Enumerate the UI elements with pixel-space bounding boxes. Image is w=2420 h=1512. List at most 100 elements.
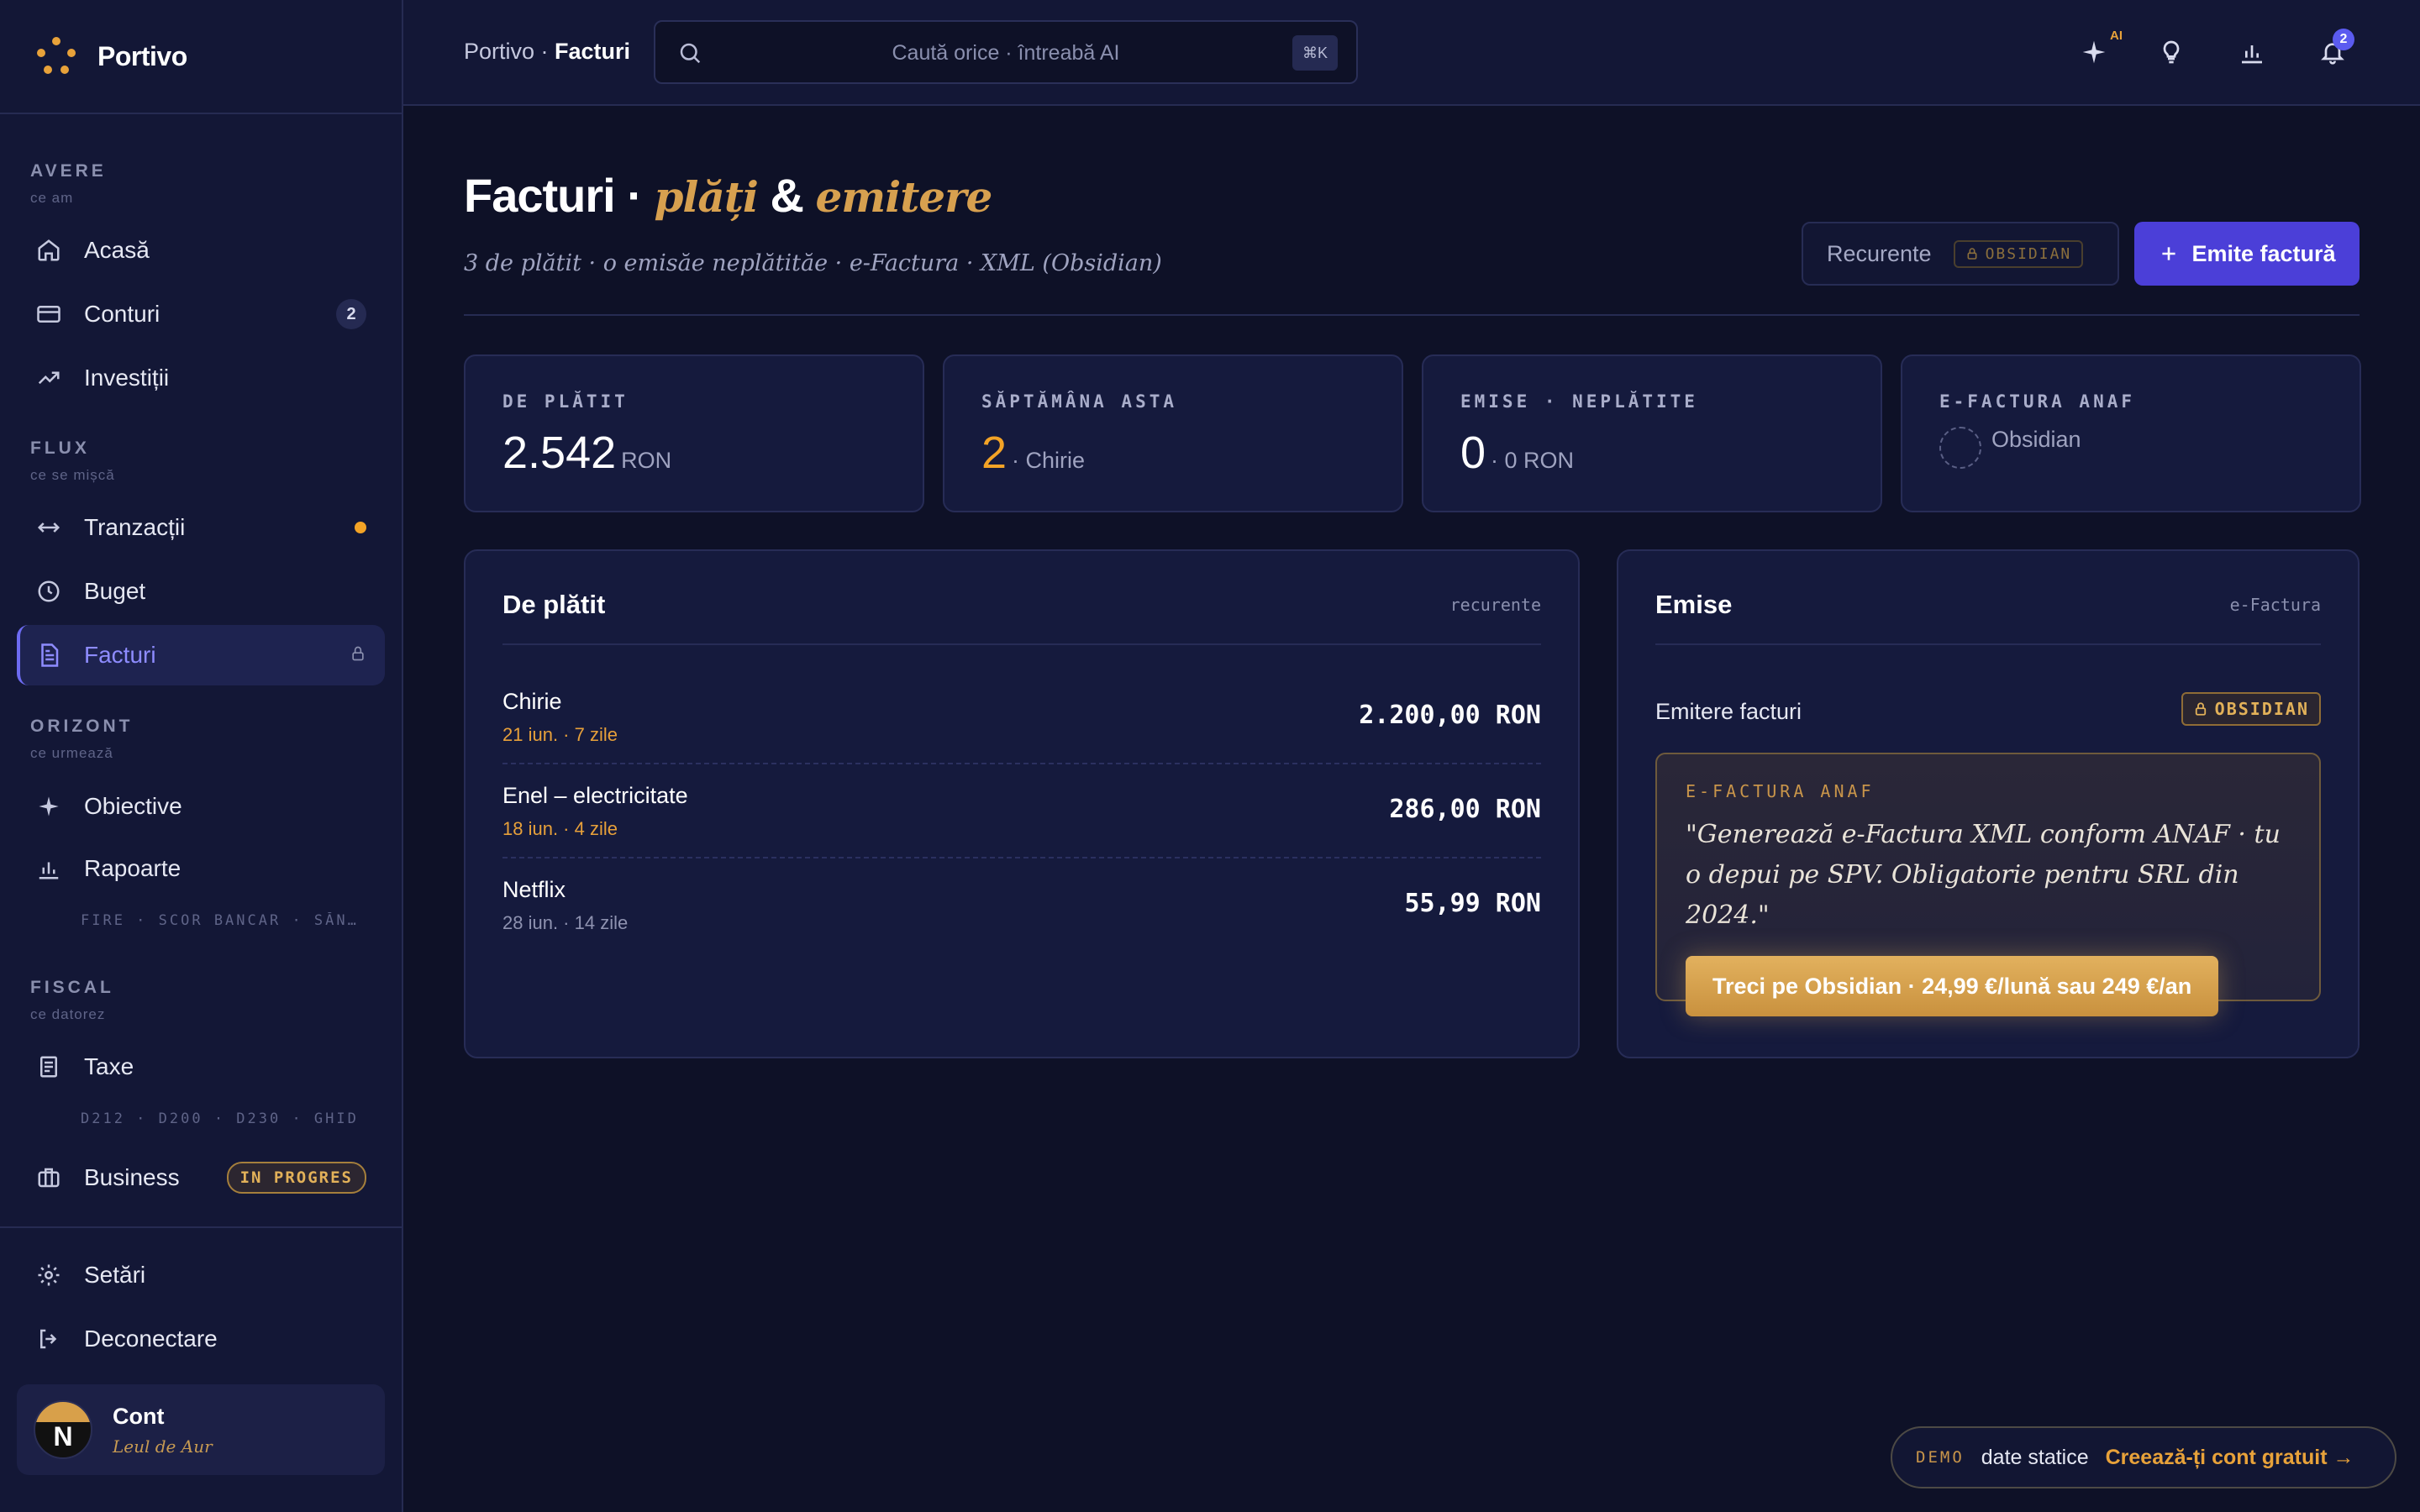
section-label-fiscal: FISCAL bbox=[30, 978, 114, 997]
logout-icon bbox=[35, 1326, 62, 1352]
breadcrumb-root[interactable]: Portivo · bbox=[464, 39, 555, 64]
business-progress-badge: IN PROGRES bbox=[226, 1162, 366, 1194]
demo-tag: DEMO bbox=[1916, 1448, 1965, 1467]
stat-unit: RON bbox=[621, 448, 672, 473]
sidebar-item-obiective[interactable]: Obiective bbox=[17, 776, 385, 837]
notification-count-badge: 2 bbox=[2333, 29, 2354, 50]
sidebar-item-label: Tranzacții bbox=[84, 514, 186, 540]
panel-divider bbox=[1655, 643, 2321, 645]
section-sub-avere: ce am bbox=[30, 190, 74, 206]
upgrade-obsidian-button[interactable]: Treci pe Obsidian · 24,99 €/lună sau 249… bbox=[1686, 956, 2219, 1016]
stat-card-issued-unpaid: EMISE · NEPLĂTITE 0 · 0 RON bbox=[1422, 354, 1882, 512]
panel-tag: recurente bbox=[1449, 595, 1541, 615]
sidebar-item-label: Deconectare bbox=[84, 1326, 218, 1352]
bill-due-date: 18 iun. · 4 zile bbox=[502, 818, 618, 839]
recurring-label: Recurente bbox=[1827, 240, 1932, 266]
ai-label: AI bbox=[2110, 29, 2123, 43]
tranzactii-status-dot bbox=[355, 522, 366, 533]
panel-title: De plătit bbox=[502, 590, 606, 619]
table-row[interactable]: Netflix 28 iun. · 14 zile 55,99 RON bbox=[502, 857, 1541, 951]
gear-icon bbox=[35, 1262, 62, 1289]
stat-label: E-FACTURA ANAF bbox=[1939, 391, 2136, 412]
stat-card-to-pay: DE PLĂTIT 2.542 RON bbox=[464, 354, 924, 512]
sidebar-divider bbox=[0, 1226, 402, 1228]
brand-name: Portivo bbox=[97, 40, 187, 71]
sidebar-item-investitii[interactable]: Investiții bbox=[17, 348, 385, 408]
stat-unit: · Chirie bbox=[1012, 448, 1086, 473]
promo-label: E-FACTURA ANAF bbox=[1686, 781, 1875, 801]
sidebar-item-deconectare[interactable]: Deconectare bbox=[17, 1309, 385, 1369]
stat-label: DE PLĂTIT bbox=[502, 391, 629, 412]
conturi-count-badge: 2 bbox=[336, 299, 366, 329]
brand[interactable]: Portivo bbox=[0, 0, 402, 114]
lock-icon bbox=[2195, 702, 2206, 716]
issue-invoice-label: Emite factură bbox=[2191, 240, 2336, 266]
document-icon bbox=[35, 642, 62, 669]
sidebar-item-acasa[interactable]: Acasă bbox=[17, 220, 385, 281]
lock-icon bbox=[350, 642, 366, 669]
clock-icon bbox=[35, 578, 62, 605]
section-sub-orizont: ce urmează bbox=[30, 745, 113, 761]
sidebar-item-conturi[interactable]: Conturi 2 bbox=[17, 284, 385, 344]
demo-text: date statice bbox=[1981, 1445, 2089, 1469]
plus-icon bbox=[2162, 247, 2176, 260]
trending-up-icon bbox=[35, 365, 62, 391]
taxe-subitems[interactable]: D212 · D200 · D230 · GHID bbox=[81, 1110, 366, 1127]
breadcrumb-current: Facturi bbox=[555, 39, 631, 64]
sidebar-item-buget[interactable]: Buget bbox=[17, 561, 385, 622]
lightbulb-button[interactable] bbox=[2153, 34, 2190, 71]
to-pay-panel: De plătit recurente Chirie 21 iun. · 7 z… bbox=[464, 549, 1580, 1058]
home-icon bbox=[35, 237, 62, 264]
breadcrumb: Portivo · Facturi bbox=[464, 39, 630, 65]
section-label-orizont: ORIZONT bbox=[30, 717, 134, 736]
lock-badge-label: OBSIDIAN bbox=[2214, 699, 2309, 719]
sidebar-item-business[interactable]: Business IN PROGRES bbox=[17, 1147, 385, 1208]
account-card[interactable]: N Cont Leul de Aur bbox=[17, 1384, 385, 1475]
issue-invoice-button[interactable]: Emite factură bbox=[2134, 222, 2360, 286]
table-row[interactable]: Enel – electricitate 18 iun. · 4 zile 28… bbox=[502, 763, 1541, 857]
panel-tag: e-Factura bbox=[2229, 595, 2321, 615]
section-sub-flux: ce se mișcă bbox=[30, 467, 115, 483]
loading-spinner-icon bbox=[1939, 427, 1981, 469]
sidebar-item-label: Acasă bbox=[84, 237, 150, 263]
stat-value: 0 bbox=[1460, 428, 1486, 478]
table-row[interactable]: Chirie 21 iun. · 7 zile 2.200,00 RON bbox=[502, 669, 1541, 763]
sidebar-item-taxe[interactable]: Taxe bbox=[17, 1037, 385, 1097]
issued-panel: Emise e-Factura Emitere facturi OBSIDIAN… bbox=[1617, 549, 2360, 1058]
topbar: Portivo · Facturi Caută orice · întreabă… bbox=[403, 0, 2420, 106]
sidebar-item-label: Facturi bbox=[84, 642, 156, 668]
sidebar-item-facturi[interactable]: Facturi bbox=[17, 625, 385, 685]
sparkle-icon bbox=[2082, 40, 2106, 64]
lightbulb-icon bbox=[2163, 40, 2180, 64]
create-account-link[interactable]: Creează-ți cont gratuit → bbox=[2106, 1446, 2354, 1470]
bill-name: Chirie bbox=[502, 689, 562, 714]
header-divider bbox=[464, 314, 2360, 316]
briefcase-icon bbox=[35, 1164, 62, 1191]
stat-label: EMISE · NEPLĂTITE bbox=[1460, 391, 1698, 412]
reports-button[interactable] bbox=[2233, 34, 2270, 71]
ai-assistant-button[interactable]: AI bbox=[2075, 29, 2123, 71]
stat-unit: · 0 RON bbox=[1491, 448, 1575, 473]
sparkle-icon bbox=[35, 793, 62, 820]
bar-chart-icon bbox=[2242, 45, 2262, 64]
search-input[interactable]: Caută orice · întreabă AI ⌘K bbox=[654, 20, 1358, 84]
page-subtitle: 3 de plătit · o emisăe neplătităe · e-Fa… bbox=[464, 250, 1162, 276]
sidebar-item-label: Obiective bbox=[84, 793, 182, 819]
sidebar-item-label: Conturi bbox=[84, 301, 160, 327]
notifications-button[interactable]: 2 bbox=[2314, 29, 2354, 71]
efactura-promo-card: E-FACTURA ANAF "Generează e-Factura XML … bbox=[1655, 753, 2321, 1016]
section-label-avere: AVERE bbox=[30, 161, 107, 181]
card-icon bbox=[35, 301, 62, 328]
sidebar-item-rapoarte[interactable]: Rapoarte bbox=[17, 838, 385, 899]
sidebar-item-tranzactii[interactable]: Tranzacții bbox=[17, 497, 385, 558]
search-shortcut: ⌘K bbox=[1292, 35, 1338, 71]
rapoarte-subitems[interactable]: FIRE · SCOR BANCAR · SĂNĂTATE bbox=[81, 912, 366, 929]
stat-unit: Obsidian bbox=[1991, 427, 2081, 452]
recurring-button[interactable]: Recurente OBSIDIAN bbox=[1802, 222, 2119, 286]
sidebar-item-label: Taxe bbox=[84, 1053, 134, 1079]
account-name: Cont bbox=[113, 1403, 165, 1429]
sidebar-item-setari[interactable]: Setări bbox=[17, 1245, 385, 1305]
stat-label: SĂPTĂMÂNA ASTA bbox=[981, 391, 1178, 412]
bill-amount: 55,99 RON bbox=[1404, 889, 1541, 918]
title-accent-payments: plăți bbox=[654, 172, 758, 222]
